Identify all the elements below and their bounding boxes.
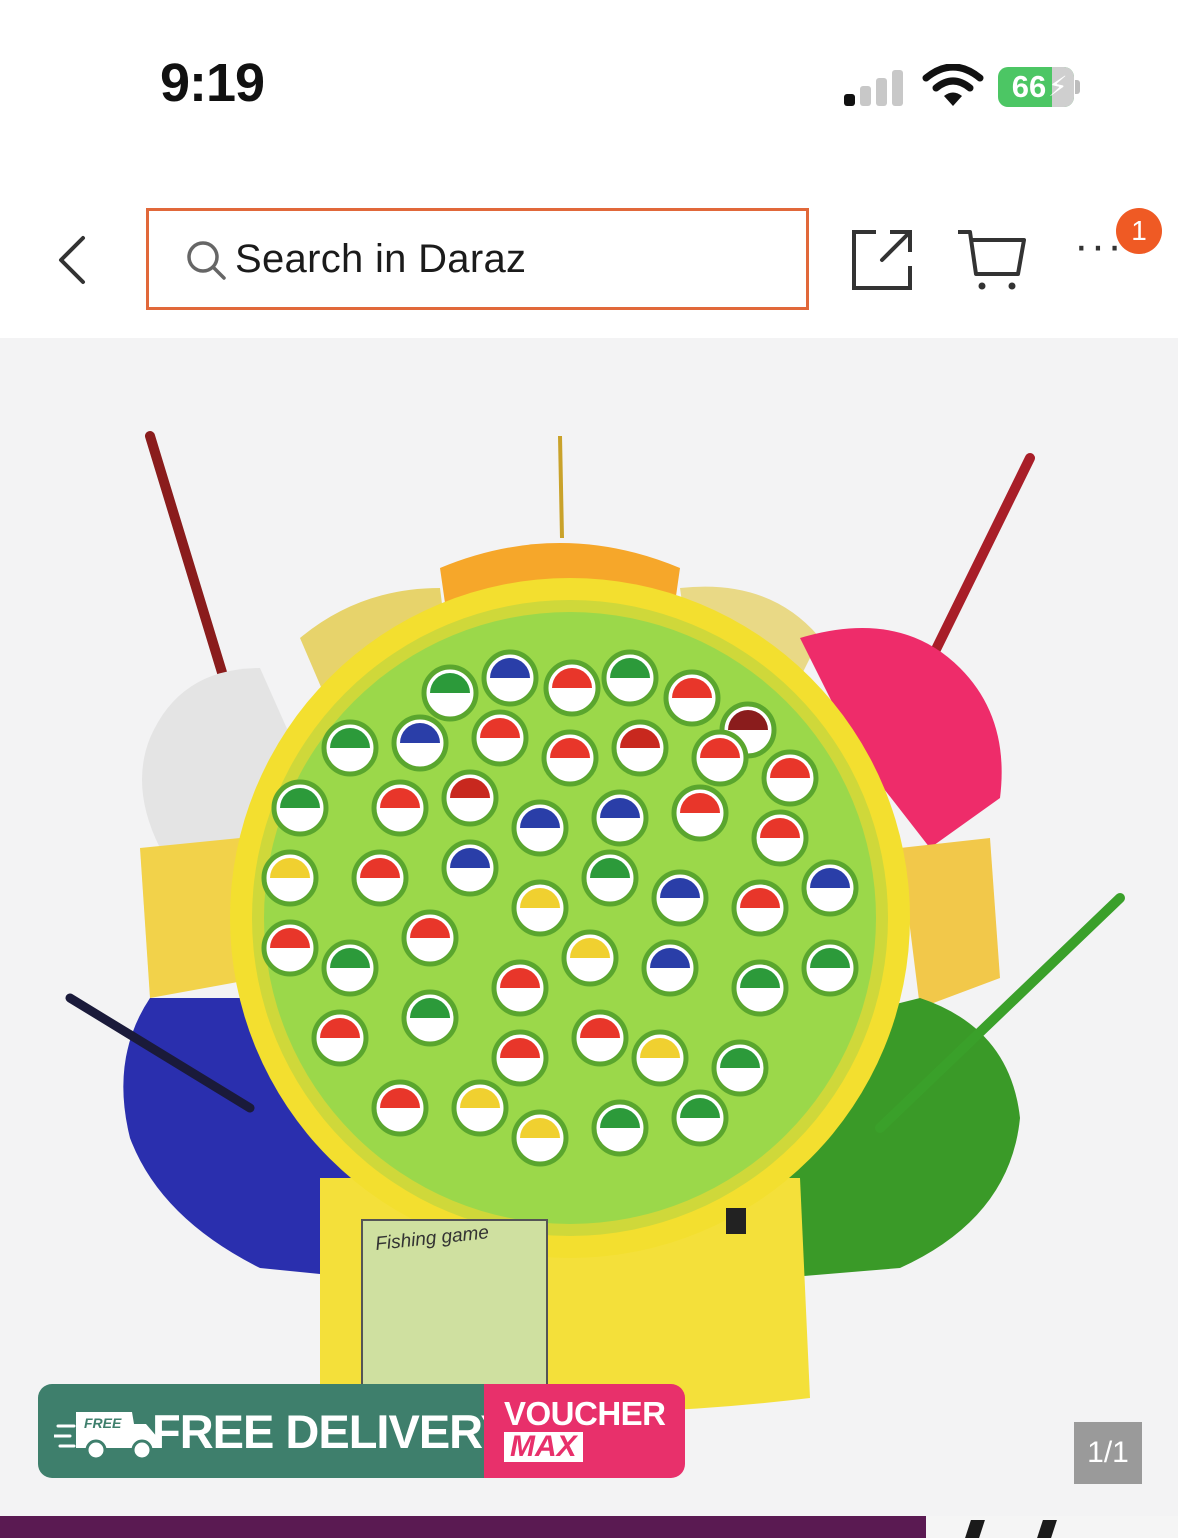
cart-icon[interactable] [954,224,1030,296]
free-delivery-label: FREE DELIVERY [152,1405,512,1458]
free-delivery-badge: FREE FREE DELIVERY [38,1384,512,1478]
free-small-label: FREE [84,1415,122,1431]
search-input[interactable]: Search in Daraz [146,208,809,310]
charging-bolt-icon: ⚡ [1048,71,1068,102]
product-image-gallery[interactable]: Fishing game FREE FREE DELIVERY VOUCHER … [0,338,1178,1516]
max-label: MAX [504,1432,583,1462]
image-page-indicator: 1/1 [1074,1422,1142,1484]
status-bar: 9:19 66 ⚡ [0,0,1178,170]
search-placeholder: Search in Daraz [235,237,527,281]
back-icon [59,236,85,284]
wifi-icon [922,64,984,106]
voucher-label: VOUCHER [504,1395,666,1432]
top-nav-bar: Search in Daraz ··· 1 [0,170,1178,338]
next-section-banner [0,1516,1178,1538]
battery-icon: 66 ⚡ [998,67,1074,107]
status-time: 9:19 [160,53,265,113]
battery-cap [1075,80,1080,94]
promo-banner[interactable]: FREE FREE DELIVERY VOUCHER MAX [38,1384,685,1478]
search-icon [187,241,226,280]
back-button[interactable] [42,222,102,298]
delivery-truck-icon: FREE [54,1412,158,1461]
signal-icon [844,68,904,106]
notification-badge: 1 [1116,208,1162,254]
share-icon[interactable] [846,224,918,296]
voucher-max-badge: VOUCHER MAX [484,1384,685,1478]
product-image[interactable]: Fishing game [0,338,1178,1516]
